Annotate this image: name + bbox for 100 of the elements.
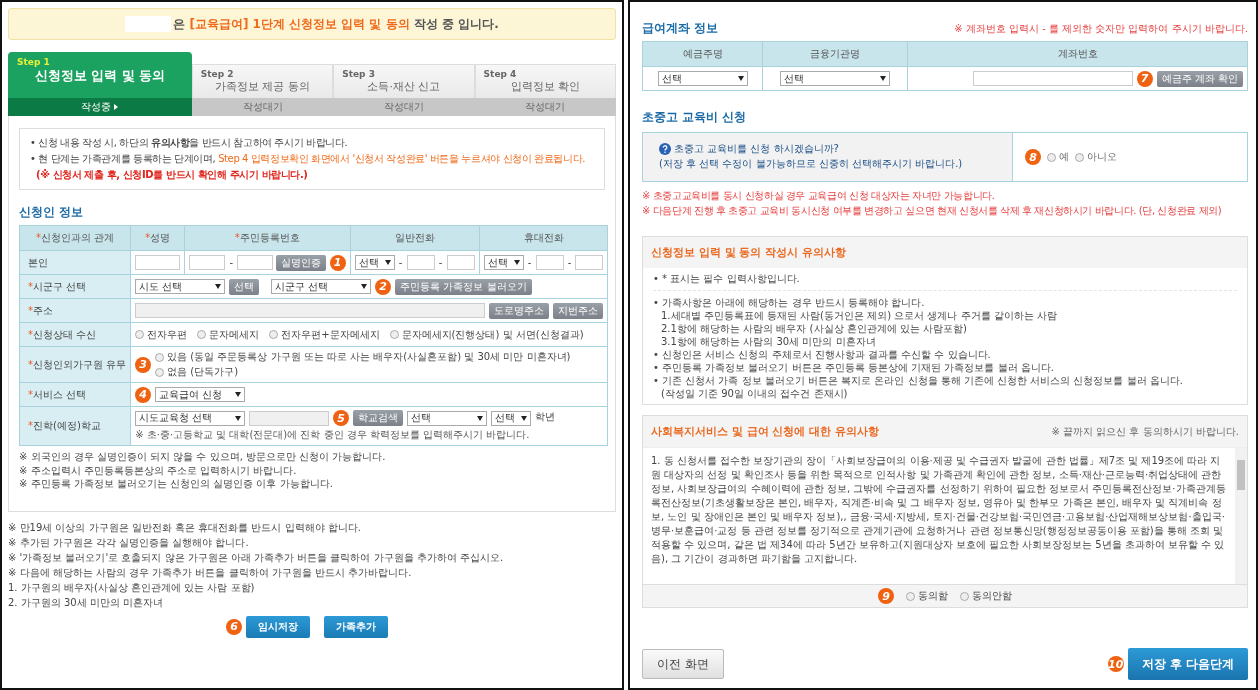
note-text: ※ 다음단계 진행 후 초중고 교육비 동시신청 여부를 변경하고 싶으면 현재 신청서를 삭제 후 재신청하시기 바랍니다. (단, 신청완료 제외) (642, 204, 1223, 218)
step-marker: 5 (333, 410, 350, 426)
notice-text: • 현 단계는 가족관계를 등록하는 단계이며, Step 4 입력정보확인 화면에서 '신청서 작성완료' 버튼을 누르셔야 신청이 완료됩니다. (30, 152, 586, 166)
caret-icon (477, 415, 484, 421)
phone-field[interactable] (535, 255, 564, 270)
column-header: 예금주명 (642, 41, 763, 67)
action-button[interactable]: 임시저장 (246, 615, 310, 638)
column-header: 금융기관명 (762, 41, 908, 67)
caret-icon (513, 260, 520, 265)
radio-option[interactable]: 문자메세지 (197, 327, 260, 342)
separator-text: - (398, 257, 403, 268)
select-field[interactable]: 선택 (354, 255, 395, 270)
account-field[interactable] (972, 71, 1133, 86)
id-field[interactable] (189, 255, 226, 270)
radio-circle[interactable] (197, 330, 207, 339)
radio-circle[interactable] (269, 330, 279, 339)
caret-icon (737, 76, 744, 81)
radio-option[interactable]: 예 (1047, 150, 1069, 164)
radio-option[interactable]: 동의함 (906, 589, 948, 603)
separator-text: - (229, 257, 233, 268)
step-marker: 6 (226, 618, 242, 635)
column-header: 계좌번호 (907, 41, 1248, 67)
name-field[interactable] (135, 255, 181, 270)
select-field[interactable]: 시도교육청 선택 (135, 410, 246, 426)
radio-circle[interactable] (389, 330, 399, 339)
column-header: *신청인과의 관계 (19, 225, 131, 251)
note-text: ※ 주소입력시 주민등록등본상의 주소로 입력하시기 바랍니다. (19, 463, 298, 477)
action-button[interactable]: 가족추가 (324, 615, 388, 638)
phone-field[interactable] (446, 255, 475, 270)
phone-field[interactable] (575, 255, 604, 270)
next-button[interactable]: 저장 후 다음단계 (1127, 648, 1248, 680)
note-text: ※ '가족정보 불러오기'로 호출되지 않은 가구원은 아래 가족추가 버튼을 클릭하여 가구원을 추가하여 주십시오. (8, 550, 505, 565)
select-field[interactable]: 선택 (780, 71, 891, 86)
note-text: ※ 주민등록 가족정보 불러오기는 신청인의 실명인증 이후 가능합니다. (19, 477, 334, 491)
radio-option[interactable]: 있음 (동일 주문등록상 가구원 또는 따로 사는 배우자(사실혼포함) 및 30세 미만 미혼자녀) (155, 350, 571, 364)
select-field[interactable]: 선택 (407, 410, 488, 426)
section-title: 초중고 교육비 신청 (642, 109, 748, 126)
note-text: ※ 만19세 이상의 가구원은 일반전화 혹은 휴대전화를 반드시 입력해야 합니다. (8, 520, 362, 535)
notice-text: • 신청 내용 작성 시, 하단의 유의사항을 반드시 참고하여 주시기 바랍니다. (30, 136, 349, 150)
radio-circle[interactable] (1075, 152, 1084, 162)
radio-option[interactable]: 전자우편 (135, 327, 188, 342)
hint-text: ※ 끝까지 읽으신 후 동의하시기 바랍니다. (1051, 424, 1239, 439)
select-field[interactable]: 선택 (483, 255, 524, 270)
radio-circle[interactable] (1047, 152, 1056, 162)
redaction-block (125, 16, 172, 32)
guide-text: • 주민등록 가족정보 불러오기 버튼은 주민등록 등본상에 기재된 가족정보를 불러 옵니다. (653, 361, 1055, 374)
radio-circle[interactable] (906, 591, 915, 601)
column-header: 휴대전화 (479, 225, 608, 251)
select-field[interactable]: 선택 (657, 71, 748, 86)
radio-option[interactable]: 문자메세지(진행상태) 및 서면(신청결과) (389, 327, 584, 342)
caution-text: (저장 후 선택 수정이 불가능하므로 신중히 선택해주시기 바랍니다.) (659, 157, 964, 171)
notice-text: (※ 신청서 제출 후, 신청ID를 반드시 확인해 주시기 바랍니다.) (35, 168, 309, 182)
radio-circle[interactable] (960, 591, 969, 601)
phone-field[interactable] (406, 255, 435, 270)
radio-option[interactable]: 전자우편+문자메세지 (269, 327, 380, 342)
separator-text: - (567, 257, 572, 268)
guide-text: • 가족사항은 아래에 해당하는 경우 반드시 등록해야 합니다. (653, 296, 926, 309)
field-label: *시군구 선택 (19, 274, 131, 299)
step-tab[interactable]: Step 3 소득·재산 신고 (333, 64, 475, 98)
select-field[interactable]: 교육급여 신청 (155, 387, 246, 402)
school-field[interactable] (249, 410, 330, 426)
note-text: ※ 다음에 해당하는 사람의 경우 가족추가 버튼을 클릭하여 가구원을 반드시 추가바랍니다. (8, 565, 413, 580)
field-label: *신청인외가구원 유무 (19, 346, 131, 383)
caret-icon (114, 104, 119, 110)
school-note: ※ 초·중·고등학교 및 대학(전문대)에 진학 중인 경우 학력정보를 입력해주시기 바랍니다. (135, 428, 531, 442)
caret-icon (361, 284, 368, 289)
step-status: 작성대기 (333, 98, 475, 116)
radio-option[interactable]: 아니오 (1075, 150, 1117, 164)
section-title: 신청인 정보 (19, 204, 85, 221)
radio-circle[interactable] (135, 330, 145, 339)
note-text: ※ 초중고교육비를 동시 신청하실 경우 교육급여 신청 대상자는 자녀만 가능합니다. (642, 189, 996, 203)
select-field[interactable]: 시군구 선택 (271, 279, 372, 294)
radio-option[interactable]: 동의안함 (960, 589, 1012, 603)
address-field[interactable] (135, 303, 486, 318)
guide-text: 3.1항에 해당하는 사람의 30세 미만의 미혼자녀 (660, 335, 877, 348)
consent-text: 1. 동 신청서를 접수한 보장기관의 장이「사회보장급여의 이용·제공 및 수급권자 발굴에 관한 법률」제7조 및 제19조에 따라 지원 대상자의 선정 및 확인조사 등을 위한 목적으로 인적사항 및 가족관계 확인에 관한 정보, 소득·재산·근로능력·취업상태에 관한 정보, 사회보장급여의 수혜이력에 관한 정보, 그밖에 수급권자를 선정하기 위하여 필요한 정보로서 주민등록전산정보·가족관계등록전산정보(기초생활보장은 본인, 배우자, 직계존·비속 및 그 배우자 정보, 영유아 및 한부모 가족은 본인, 배우자 및 직계비속 정보, 노인 및 장애인은 본인 및 배우자 정보),, 금융·국세·지방세, 토지·건물·건강보험·국민연금·고용보험·산업재해보상보험·출입국·병무·보훈급여·교정 등 관련 정보를 정기적으로 관계기관에 요청하거나 관련 정보통신망(행정정보공동이용 포함)을 통해 조회 및 적용할 수 있으며, 같은 법 제34에 따라 5년간 보유하고(지원대상자 보호에 필요한 사회보장정보는 5년을 초과하여 보유할 수 있음), 그 기간이 경과하면 파기함을 고지합니다. (650, 454, 1227, 566)
step-marker: 9 (878, 588, 894, 604)
guide-text: 2.1항에 해당하는 사람의 배우자 (사실상 혼인관계에 있는 사람포함) (660, 322, 968, 335)
select-field[interactable]: 선택 (491, 410, 532, 426)
radio-option[interactable]: 없음 (단독가구) (155, 365, 571, 379)
back-button[interactable]: 이전 화면 (642, 649, 724, 679)
step-marker: 4 (135, 386, 152, 403)
column-header: 일반전화 (350, 225, 479, 251)
radio-circle[interactable] (155, 352, 165, 362)
step-marker: 8 (1025, 149, 1041, 165)
step-tab[interactable]: Step 2 가족정보 제공 동의 (191, 64, 334, 98)
field-label: *주소 (19, 298, 131, 323)
field-label: *서비스 선택 (19, 382, 131, 407)
id-field[interactable] (237, 255, 274, 270)
step-marker: 3 (135, 356, 152, 373)
select-field[interactable]: 시도 선택 (135, 279, 226, 294)
guide-text: • * 표시는 필수 입력사항입니다. (653, 272, 801, 285)
step-tab[interactable]: Step 4 입력정보 확인 (474, 64, 616, 98)
step-status: 작성대기 (191, 98, 334, 116)
field-label: *진학(예정)학교 (19, 406, 131, 446)
step-marker: 1 (329, 254, 346, 271)
scrollbar[interactable] (1235, 448, 1247, 584)
radio-circle[interactable] (155, 367, 165, 377)
step-marker: 7 (1136, 70, 1153, 87)
guide-text: 1.세대별 주민등록표에 등재된 사람(동거인은 제외) 으로서 생계나 주거를 같이하는 사람 (660, 309, 1058, 322)
